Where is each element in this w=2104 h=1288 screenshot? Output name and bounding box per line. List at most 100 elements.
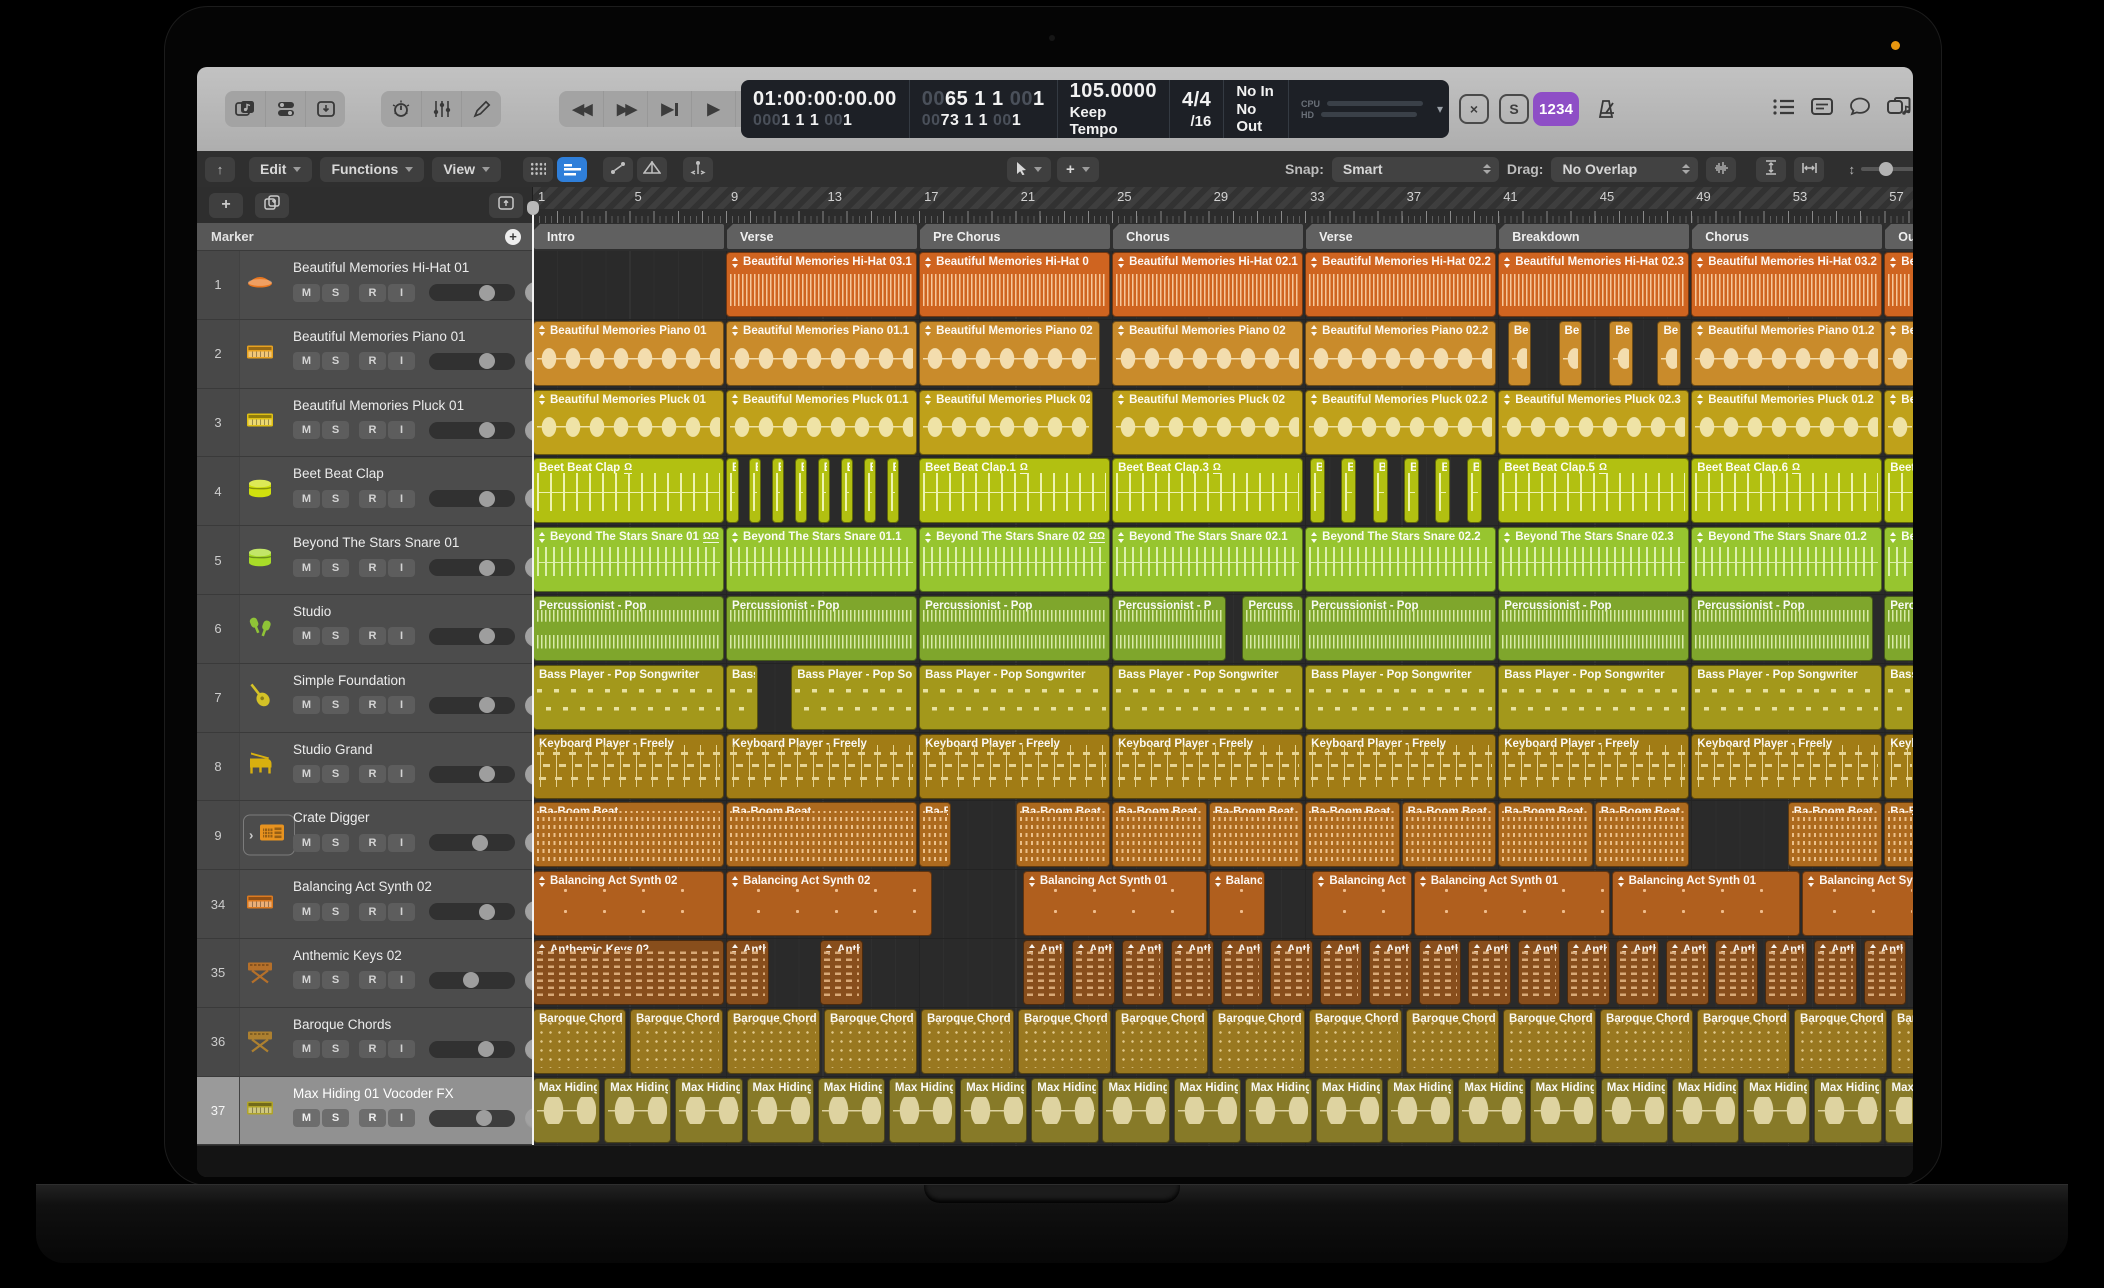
arrangement-marker[interactable]: Breakdown: [1499, 224, 1689, 249]
track-lane[interactable]: Bass Player - Pop SongwriterBass PBass P…: [533, 664, 1913, 733]
region[interactable]: B: [887, 458, 899, 523]
input-monitor-button[interactable]: I: [388, 352, 415, 370]
pointer-tool-menu[interactable]: [1007, 157, 1051, 182]
region[interactable]: Max Hiding 01 V: [1031, 1078, 1098, 1143]
track-lane[interactable]: Beautiful Memories Piano 01Beautiful Mem…: [533, 320, 1913, 389]
notepad-icon[interactable]: [1811, 98, 1833, 120]
go-to-end-button[interactable]: ▶: [647, 91, 691, 127]
track-name[interactable]: Beautiful Memories Hi-Hat 01: [293, 260, 469, 275]
region[interactable]: Beauti: [1884, 321, 1913, 386]
record-enable-button[interactable]: R: [359, 284, 386, 302]
beat-ruler[interactable]: [533, 209, 1913, 223]
region[interactable]: Ba-Boom Beat: [1402, 802, 1497, 867]
arrangement-marker[interactable]: Pre Chorus: [920, 224, 1110, 249]
automation-button[interactable]: [603, 157, 633, 182]
track-lane[interactable]: Beet Beat ClapΩBBBBBBBBBeet Beat Clap.1Ω…: [533, 457, 1913, 526]
region[interactable]: Balancing Act Synth 01: [1023, 871, 1207, 936]
region[interactable]: Baroque Chords: [824, 1009, 917, 1074]
solo-button[interactable]: S: [322, 834, 349, 852]
region[interactable]: Max Hiding 01 V: [818, 1078, 885, 1143]
track-lane[interactable]: Max Hiding 01 VMax Hiding 01 VMax Hiding…: [533, 1077, 1913, 1146]
region[interactable]: Baroque Chords: [1794, 1009, 1887, 1074]
mute-button[interactable]: M: [293, 627, 320, 645]
region[interactable]: Max Hiding 01 V: [1387, 1078, 1454, 1143]
view-menu[interactable]: View: [432, 157, 501, 182]
record-enable-button[interactable]: R: [359, 971, 386, 989]
region[interactable]: Keyboard Player - Freely: [726, 734, 917, 799]
region[interactable]: Beet Beat Clap.3Ω: [1112, 458, 1303, 523]
nudge-up-button[interactable]: ↑: [205, 157, 235, 182]
count-in-button[interactable]: 1234: [1533, 92, 1579, 126]
mute-button[interactable]: M: [293, 696, 320, 714]
region[interactable]: Beautiful Memories Piano 02: [919, 321, 1100, 386]
tuner-button[interactable]: [381, 91, 421, 127]
solo-button[interactable]: S: [322, 421, 349, 439]
track-header[interactable]: 4Beet Beat ClapMSRI: [197, 457, 533, 526]
mute-button[interactable]: M: [293, 352, 320, 370]
region[interactable]: Baroque Chords: [533, 1009, 626, 1074]
region[interactable]: Anthe: [1666, 940, 1709, 1005]
playhead-handle[interactable]: [527, 201, 539, 215]
command-tool-menu[interactable]: +: [1057, 157, 1099, 182]
region[interactable]: Anthe: [1765, 940, 1808, 1005]
snap-select[interactable]: Smart: [1332, 157, 1499, 182]
region[interactable]: Beautiful Memories Pluck 02.2: [1305, 390, 1496, 455]
region[interactable]: Anthe: [1616, 940, 1659, 1005]
region[interactable]: Bass Player - Pop So: [791, 665, 917, 730]
region[interactable]: Balancing Act Synth 01: [1612, 871, 1801, 936]
region[interactable]: Baroque Chords: [1503, 1009, 1596, 1074]
volume-slider[interactable]: [429, 422, 515, 439]
track-lane[interactable]: Keyboard Player - Freely Keyboard Player …: [533, 733, 1913, 802]
input-monitor-button[interactable]: I: [388, 421, 415, 439]
region[interactable]: Ba-Bo: [1884, 802, 1913, 867]
track-lane[interactable]: Ba-Boom BeatBa-Boom BeatBa-BooBa-Boom Be…: [533, 801, 1913, 870]
region[interactable]: Beyond The Stars Snare 01.1: [726, 527, 917, 592]
region[interactable]: Max Hiding 01 V: [533, 1078, 600, 1143]
record-enable-button[interactable]: R: [359, 834, 386, 852]
record-enable-button[interactable]: R: [359, 352, 386, 370]
region[interactable]: Balancing Act Synth 01: [1802, 871, 1913, 936]
region[interactable]: Bass Player - Pop Songwriter: [1305, 665, 1496, 730]
region[interactable]: Max Hiding 01 V: [1245, 1078, 1312, 1143]
region[interactable]: Beautiful Memories Hi-Hat 02.3: [1498, 252, 1689, 317]
track-view-button[interactable]: [557, 157, 587, 182]
volume-slider[interactable]: [429, 1110, 515, 1127]
lcd-chevron-down-icon[interactable]: ▾: [1437, 102, 1443, 116]
region[interactable]: Beautiful Memories Hi-Hat 0: [919, 252, 1110, 317]
marker-lane[interactable]: IntroVersePre ChorusChorusVerseBreakdown…: [533, 223, 1913, 252]
media-browser-button[interactable]: [225, 91, 265, 127]
region[interactable]: Baroque Chords: [921, 1009, 1014, 1074]
track-header[interactable]: 6StudioMSRI: [197, 595, 533, 664]
region[interactable]: Beet Be: [1884, 458, 1913, 523]
region[interactable]: B: [818, 458, 830, 523]
solo-button[interactable]: S: [322, 559, 349, 577]
region[interactable]: Anthe: [1369, 940, 1412, 1005]
volume-slider[interactable]: [429, 766, 515, 783]
region[interactable]: Max Hiding 01 V: [1672, 1078, 1739, 1143]
record-enable-button[interactable]: R: [359, 903, 386, 921]
region[interactable]: Keyboard Player - Freely: [1691, 734, 1882, 799]
region[interactable]: B: [1310, 458, 1325, 523]
show-panel-button[interactable]: [489, 193, 523, 218]
track-header[interactable]: 7Simple FoundationMSRI: [197, 664, 533, 733]
region[interactable]: Percussionist - Pop: [726, 596, 917, 661]
region[interactable]: Beauti: [1884, 252, 1913, 317]
region[interactable]: Beautiful Memories Piano 02.2: [1305, 321, 1496, 386]
volume-slider[interactable]: [429, 353, 515, 370]
region[interactable]: Bass Player - Pop Songwriter: [1498, 665, 1689, 730]
region[interactable]: Be: [1508, 321, 1531, 386]
region[interactable]: Max Hiding 01 V: [1316, 1078, 1383, 1143]
region[interactable]: Beautiful Memories Hi-Hat 02.1: [1112, 252, 1303, 317]
region[interactable]: Beet Beat Clap.1Ω: [919, 458, 1110, 523]
region[interactable]: Ba-Boom Beat: [1016, 802, 1111, 867]
region[interactable]: Beautiful Memories Pluck 02.3: [1498, 390, 1689, 455]
region[interactable]: Ba-Boom Beat: [1112, 802, 1207, 867]
track-lane[interactable]: Percussionist - PopPercussionist - PopPe…: [533, 595, 1913, 664]
solo-button[interactable]: S: [322, 1109, 349, 1127]
pencil-tool-button[interactable]: [461, 91, 501, 127]
track-name[interactable]: Beautiful Memories Pluck 01: [293, 398, 464, 413]
region[interactable]: Percussionist - Pop: [919, 596, 1110, 661]
arrangement-marker[interactable]: Verse: [1306, 224, 1496, 249]
region[interactable]: Max Hiding 01 V: [960, 1078, 1027, 1143]
master-mute-button[interactable]: ×: [1459, 94, 1489, 124]
